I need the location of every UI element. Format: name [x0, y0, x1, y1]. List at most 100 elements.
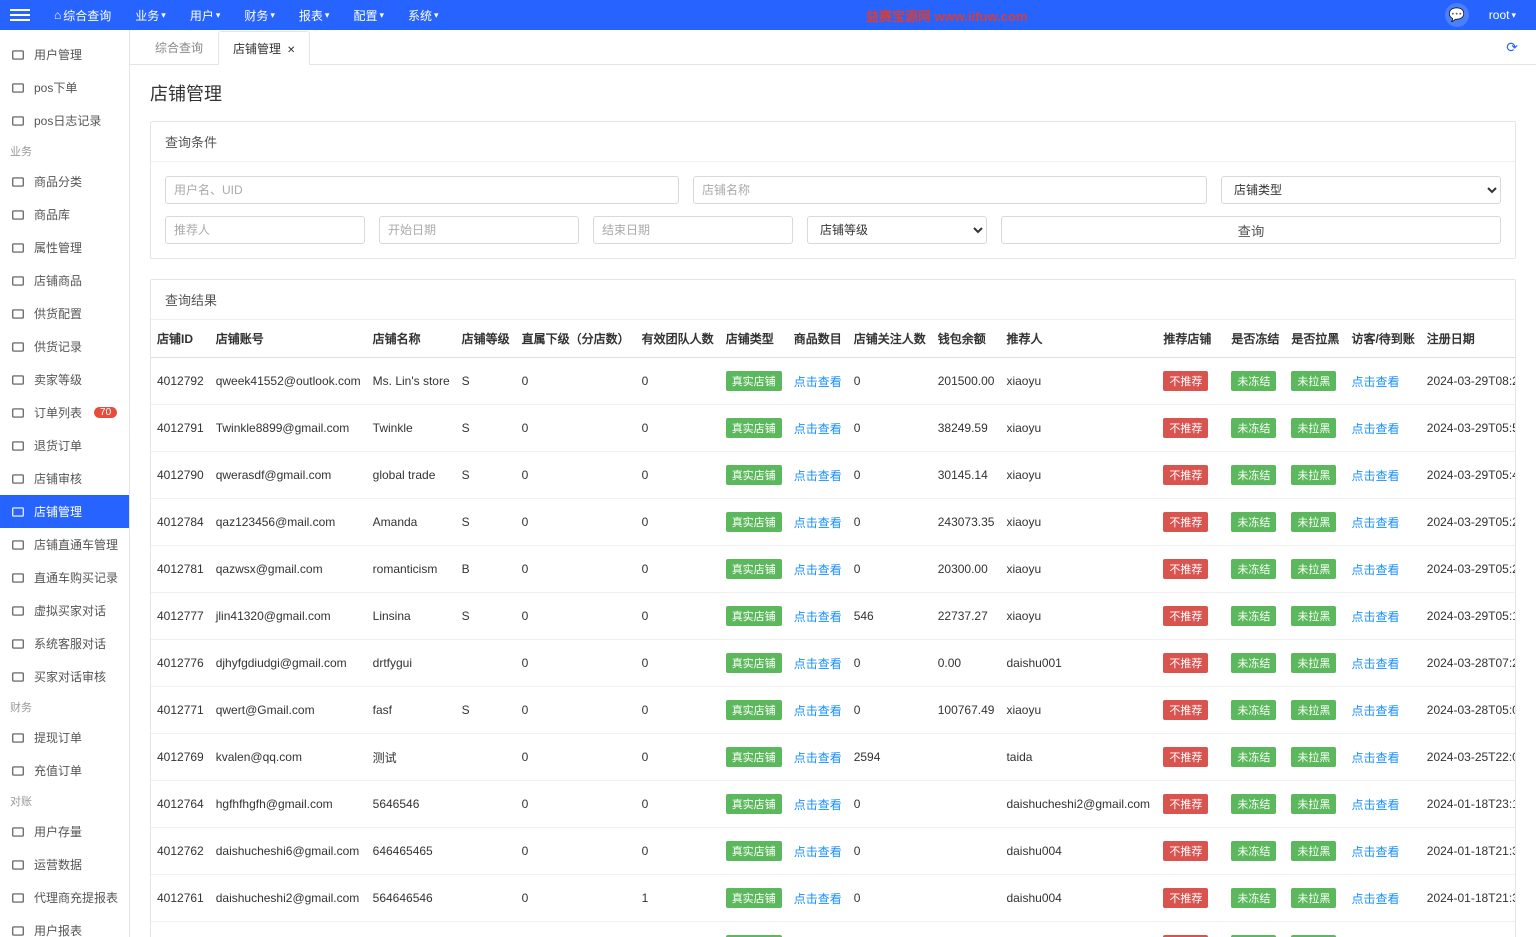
- tag-recommend: 不推荐: [1163, 747, 1208, 767]
- tag-black: 未拉黑: [1291, 559, 1336, 579]
- tag-shop-type: 真实店铺: [726, 371, 782, 391]
- tab-shop-mgmt[interactable]: 店铺管理✕: [218, 31, 310, 65]
- link-visitors[interactable]: 点击查看: [1351, 657, 1399, 671]
- input-shop[interactable]: [693, 176, 1207, 204]
- menu-icon: [10, 373, 26, 387]
- link-visitors[interactable]: 点击查看: [1351, 375, 1399, 389]
- menu-toggle-icon[interactable]: [10, 9, 30, 21]
- query-button[interactable]: 查询: [1001, 216, 1501, 244]
- link-visitors[interactable]: 点击查看: [1351, 704, 1399, 718]
- tag-black: 未拉黑: [1291, 606, 1336, 626]
- sidebar-item[interactable]: 运营数据: [0, 848, 129, 881]
- link-goods[interactable]: 点击查看: [794, 516, 842, 530]
- sidebar-item[interactable]: 商品分类: [0, 165, 129, 198]
- sidebar-item[interactable]: 充值订单: [0, 754, 129, 787]
- link-goods[interactable]: 点击查看: [794, 375, 842, 389]
- input-user[interactable]: [165, 176, 679, 204]
- nav-config[interactable]: 配置▾: [343, 7, 394, 24]
- link-visitors[interactable]: 点击查看: [1351, 845, 1399, 859]
- sidebar-item[interactable]: 属性管理: [0, 231, 129, 264]
- link-visitors[interactable]: 点击查看: [1351, 610, 1399, 624]
- link-visitors[interactable]: 点击查看: [1351, 751, 1399, 765]
- sidebar-item[interactable]: 用户报表: [0, 914, 129, 937]
- select-type[interactable]: 店铺类型: [1221, 176, 1501, 204]
- chat-icon[interactable]: 💬: [1445, 3, 1469, 27]
- tag-recommend: 不推荐: [1163, 512, 1208, 532]
- input-end-date[interactable]: [593, 216, 793, 244]
- tag-frozen: 未冻结: [1231, 794, 1276, 814]
- tag-shop-type: 真实店铺: [726, 747, 782, 767]
- table-row: 4012791Twinkle8899@gmail.comTwinkleS00真实…: [151, 405, 1515, 452]
- input-ref[interactable]: [165, 216, 365, 244]
- table-row: 4012761daishucheshi2@gmail.com5646465460…: [151, 875, 1515, 922]
- sidebar-item[interactable]: 供货配置: [0, 297, 129, 330]
- link-visitors[interactable]: 点击查看: [1351, 892, 1399, 906]
- menu-icon: [10, 241, 26, 255]
- sidebar-item-label: 运营数据: [34, 856, 82, 873]
- link-visitors[interactable]: 点击查看: [1351, 798, 1399, 812]
- nav-user[interactable]: 用户▾: [180, 7, 231, 24]
- sidebar-item[interactable]: 用户管理: [0, 38, 129, 71]
- topbar: ⌂ 综合查询 业务▾ 用户▾ 财务▾ 报表▾ 配置▾ 系统▾ 益赛宝源网 www…: [0, 0, 1536, 30]
- sidebar-item[interactable]: 直通车购买记录: [0, 561, 129, 594]
- link-visitors[interactable]: 点击查看: [1351, 516, 1399, 530]
- nav-report[interactable]: 报表▾: [289, 7, 340, 24]
- sidebar-item[interactable]: pos日志记录: [0, 104, 129, 137]
- badge: 70: [94, 407, 117, 418]
- link-goods[interactable]: 点击查看: [794, 469, 842, 483]
- link-goods[interactable]: 点击查看: [794, 657, 842, 671]
- sidebar-item-label: 买家对话审核: [34, 668, 106, 685]
- link-goods[interactable]: 点击查看: [794, 563, 842, 577]
- sidebar-item[interactable]: 退货订单: [0, 429, 129, 462]
- link-goods[interactable]: 点击查看: [794, 610, 842, 624]
- sidebar-item[interactable]: 店铺直通车管理: [0, 528, 129, 561]
- link-visitors[interactable]: 点击查看: [1351, 563, 1399, 577]
- sidebar-item[interactable]: 店铺商品: [0, 264, 129, 297]
- query-panel-title: 查询条件: [151, 122, 1515, 162]
- sidebar-item[interactable]: 系统客服对话: [0, 627, 129, 660]
- sidebar-item[interactable]: 提现订单: [0, 721, 129, 754]
- sidebar-item[interactable]: 虚拟买家对话: [0, 594, 129, 627]
- nav-business[interactable]: 业务▾: [125, 7, 176, 24]
- col-header: 钱包余额: [932, 320, 1001, 358]
- sidebar-item[interactable]: 商品库: [0, 198, 129, 231]
- tab-query[interactable]: 综合查询: [140, 30, 218, 64]
- link-visitors[interactable]: 点击查看: [1351, 422, 1399, 436]
- col-header: 推荐人: [1000, 320, 1157, 358]
- nav-home[interactable]: ⌂ 综合查询: [44, 7, 121, 24]
- menu-icon: [10, 858, 26, 872]
- input-start-date[interactable]: [379, 216, 579, 244]
- col-header: 推荐店铺: [1157, 320, 1225, 358]
- watermark: 益赛宝源网 www.iifuw.com: [866, 6, 1028, 25]
- sidebar-item[interactable]: 代理商充提报表: [0, 881, 129, 914]
- link-goods[interactable]: 点击查看: [794, 892, 842, 906]
- table-row: 4012762daishucheshi6@gmail.com6464654650…: [151, 828, 1515, 875]
- sidebar-item[interactable]: 卖家等级: [0, 363, 129, 396]
- sidebar-item[interactable]: 供货记录: [0, 330, 129, 363]
- sidebar-item[interactable]: 店铺审核: [0, 462, 129, 495]
- menu-icon: [10, 891, 26, 905]
- tag-black: 未拉黑: [1291, 653, 1336, 673]
- select-level[interactable]: 店铺等级: [807, 216, 987, 244]
- nav-system[interactable]: 系统▾: [398, 7, 449, 24]
- refresh-icon[interactable]: ⟳: [1498, 31, 1526, 64]
- sidebar-item[interactable]: 店铺管理: [0, 495, 129, 528]
- menu-icon: [10, 340, 26, 354]
- sidebar-item[interactable]: 订单列表70: [0, 396, 129, 429]
- col-header: 店铺名称: [367, 320, 456, 358]
- sidebar-item[interactable]: pos下单: [0, 71, 129, 104]
- sidebar-item-label: 系统客服对话: [34, 635, 106, 652]
- link-goods[interactable]: 点击查看: [794, 845, 842, 859]
- sidebar-item[interactable]: 买家对话审核: [0, 660, 129, 693]
- link-goods[interactable]: 点击查看: [794, 422, 842, 436]
- close-icon[interactable]: ✕: [287, 45, 295, 56]
- nav-finance[interactable]: 财务▾: [234, 7, 285, 24]
- link-goods[interactable]: 点击查看: [794, 704, 842, 718]
- tag-frozen: 未冻结: [1231, 371, 1276, 391]
- user-menu[interactable]: root▾: [1479, 8, 1526, 22]
- link-visitors[interactable]: 点击查看: [1351, 469, 1399, 483]
- sidebar-item[interactable]: 用户存量: [0, 815, 129, 848]
- link-goods[interactable]: 点击查看: [794, 751, 842, 765]
- sidebar-group: 业务: [0, 137, 129, 165]
- link-goods[interactable]: 点击查看: [794, 798, 842, 812]
